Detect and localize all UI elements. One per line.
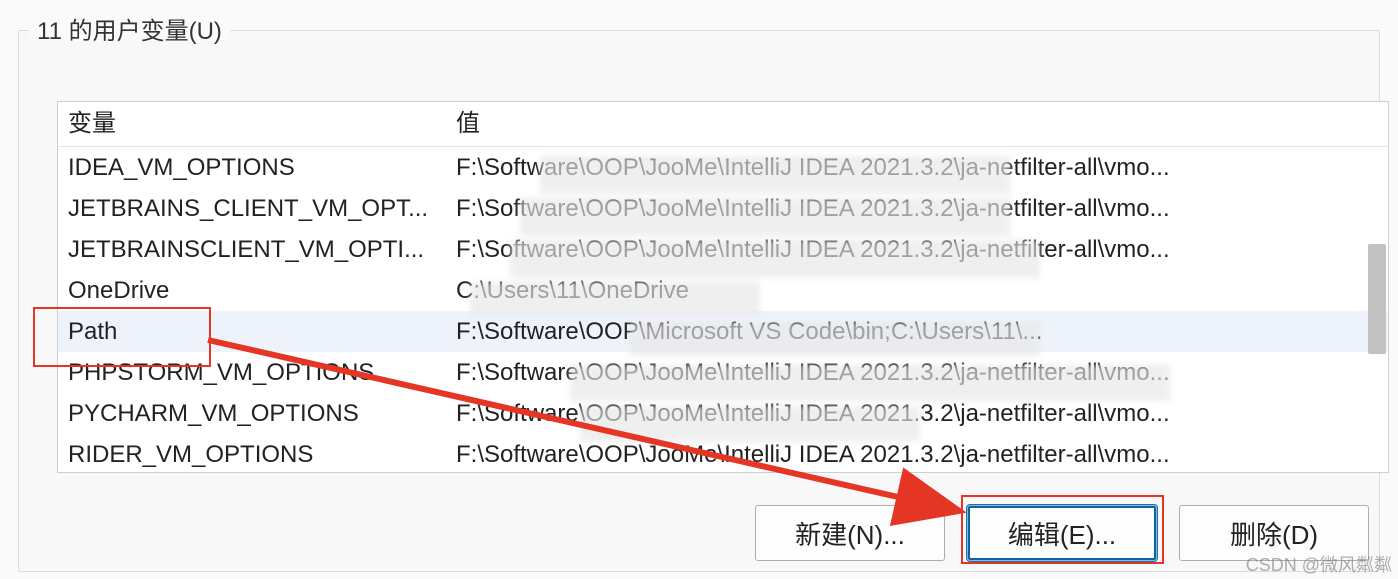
var-value: C:\Users\11\OneDrive xyxy=(448,270,1388,311)
var-name: OneDrive xyxy=(58,270,448,311)
column-header[interactable]: 变量 值 xyxy=(58,102,1388,147)
column-name[interactable]: 变量 xyxy=(58,102,448,146)
delete-button[interactable]: 删除(D) xyxy=(1179,505,1369,561)
var-name: JETBRAINS_CLIENT_VM_OPT... xyxy=(58,188,448,229)
var-value: F:\Software\OOP\Microsoft VS Code\bin;C:… xyxy=(448,311,1388,352)
table-row[interactable]: JETBRAINS_CLIENT_VM_OPT... F:\Software\O… xyxy=(58,188,1388,229)
new-button[interactable]: 新建(N)... xyxy=(755,505,945,561)
list-body[interactable]: IDEA_VM_OPTIONS F:\Software\OOP\JooMe\In… xyxy=(58,147,1388,473)
column-value[interactable]: 值 xyxy=(448,102,1388,146)
var-value: F:\Software\OOP\JooMe\IntelliJ IDEA 2021… xyxy=(448,352,1388,393)
table-row[interactable]: PYCHARM_VM_OPTIONS F:\Software\OOP\JooMe… xyxy=(58,393,1388,434)
var-value: F:\Software\OOP\JooMe\IntelliJ IDEA 2021… xyxy=(448,229,1388,270)
vertical-scrollbar[interactable] xyxy=(1368,146,1386,468)
user-variables-group: 11 的用户变量(U) 变量 值 IDEA_VM_OPTIONS F:\Soft… xyxy=(18,30,1380,572)
var-name: Path xyxy=(58,311,448,352)
scrollbar-thumb[interactable] xyxy=(1368,244,1386,354)
table-row[interactable]: PHPSTORM_VM_OPTIONS F:\Software\OOP\JooM… xyxy=(58,352,1388,393)
var-value: F:\Software\OOP\JooMe\IntelliJ IDEA 2021… xyxy=(448,147,1388,188)
var-name: RIDER_VM_OPTIONS xyxy=(58,434,448,473)
group-title: 11 的用户变量(U) xyxy=(29,11,230,41)
var-name: PYCHARM_VM_OPTIONS xyxy=(58,393,448,434)
var-value: F:\Software\OOP\JooMe\IntelliJ IDEA 2021… xyxy=(448,393,1388,434)
table-row[interactable]: IDEA_VM_OPTIONS F:\Software\OOP\JooMe\In… xyxy=(58,147,1388,188)
table-row-path[interactable]: Path F:\Software\OOP\Microsoft VS Code\b… xyxy=(58,311,1388,352)
table-row[interactable]: OneDrive C:\Users\11\OneDrive xyxy=(58,270,1388,311)
var-value: F:\Software\OOP\JooMe\IntelliJ IDEA 2021… xyxy=(448,434,1388,473)
variables-list[interactable]: 变量 值 IDEA_VM_OPTIONS F:\Software\OOP\Joo… xyxy=(57,101,1389,473)
edit-button[interactable]: 编辑(E)... xyxy=(967,505,1157,561)
var-value: F:\Software\OOP\JooMe\IntelliJ IDEA 2021… xyxy=(448,188,1388,229)
var-name: IDEA_VM_OPTIONS xyxy=(58,147,448,188)
table-row[interactable]: RIDER_VM_OPTIONS F:\Software\OOP\JooMe\I… xyxy=(58,434,1388,473)
button-row: 新建(N)... 编辑(E)... 删除(D) xyxy=(755,505,1369,561)
var-name: PHPSTORM_VM_OPTIONS xyxy=(58,352,448,393)
var-name: JETBRAINSCLIENT_VM_OPTI... xyxy=(58,229,448,270)
table-row[interactable]: JETBRAINSCLIENT_VM_OPTI... F:\Software\O… xyxy=(58,229,1388,270)
